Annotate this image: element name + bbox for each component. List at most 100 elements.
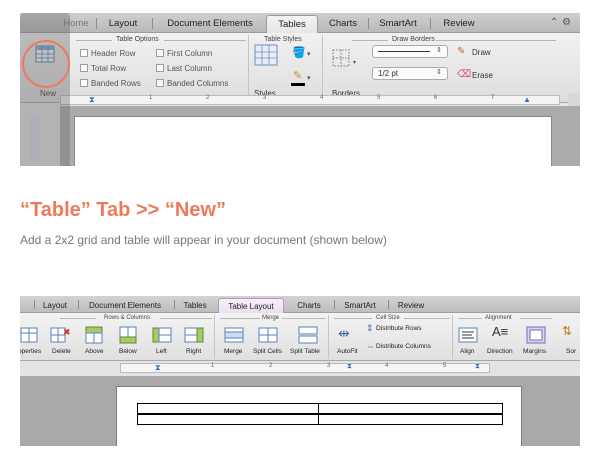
header-row-option[interactable]: Header Row <box>80 49 135 59</box>
group-line <box>520 318 552 319</box>
column-marker-icon[interactable]: ⧗ <box>347 363 352 371</box>
banded-columns-option[interactable]: Banded Columns <box>156 79 228 89</box>
tab-review[interactable]: Review <box>436 15 482 33</box>
group-table-styles-label: Table Styles <box>264 36 302 43</box>
tab-layout[interactable]: Layout <box>102 15 144 33</box>
first-column-option[interactable]: First Column <box>156 49 212 59</box>
group-line <box>60 318 96 319</box>
distribute-columns-button[interactable]: Distribute Columns <box>376 343 431 350</box>
chevron-down-icon[interactable]: ▾ <box>307 50 311 58</box>
banded-rows-checkbox[interactable] <box>80 79 88 87</box>
indent-marker-icon[interactable]: ⧗ <box>155 363 161 373</box>
tab-document-elements[interactable]: Document Elements <box>82 298 168 313</box>
distribute-rows-button[interactable]: Distribute Rows <box>376 325 422 332</box>
first-column-checkbox[interactable] <box>156 49 164 57</box>
properties-button[interactable]: operties <box>20 348 41 355</box>
insert-right-button[interactable]: Right <box>186 348 201 355</box>
new-button-circle <box>22 40 70 88</box>
draw-label[interactable]: Draw <box>472 48 491 57</box>
ruler-number: 7 <box>491 95 495 101</box>
tab-smartart[interactable]: SmartArt <box>338 298 382 313</box>
line-weight-value: 1/2 pt <box>378 69 399 78</box>
header-row-checkbox[interactable] <box>80 49 88 57</box>
split-table-button[interactable]: Split Table <box>290 348 320 355</box>
last-column-option[interactable]: Last Column <box>156 64 212 74</box>
insert-above-button[interactable]: Above <box>85 348 103 355</box>
insert-right-icon[interactable] <box>184 326 204 344</box>
tab-layout[interactable]: Layout <box>38 298 72 313</box>
chevron-down-icon[interactable]: ▾ <box>353 59 356 66</box>
select-arrows-icon: ⇕ <box>436 69 442 76</box>
insert-below-icon[interactable] <box>118 326 138 344</box>
tab-document-elements[interactable]: Document Elements <box>158 15 262 33</box>
text-direction-icon[interactable]: A≡ <box>492 324 508 339</box>
inserted-table[interactable] <box>137 403 503 425</box>
total-row-option[interactable]: Total Row <box>80 64 126 74</box>
group-divider <box>322 35 323 99</box>
ribbon-tab-bar: Layout Document Elements Tables Table La… <box>20 296 580 313</box>
table-column-divider <box>318 404 319 424</box>
cell-margins-icon[interactable] <box>526 326 546 344</box>
autofit-icon[interactable]: ⇹ <box>338 325 350 342</box>
tab-charts[interactable]: Charts <box>290 298 328 313</box>
delete-rows-icon[interactable]: ✖ <box>50 326 70 344</box>
align-icon[interactable] <box>458 326 478 344</box>
group-table-options-label: Table Options <box>116 36 159 43</box>
line-weight-select[interactable]: 1/2 pt ⇕ <box>372 67 448 80</box>
margins-button[interactable]: Margins <box>523 348 546 355</box>
erase-label[interactable]: Erase <box>472 71 493 80</box>
line-style-select[interactable]: ⇕ <box>372 45 448 58</box>
eraser-icon[interactable]: ⌫ <box>457 69 471 80</box>
insert-left-button[interactable]: Left <box>156 348 167 355</box>
align-button[interactable]: Align <box>460 348 474 355</box>
tab-separator <box>96 18 97 29</box>
group-line <box>404 318 450 319</box>
table-styles-icon[interactable] <box>254 44 278 66</box>
insert-below-button[interactable]: Below <box>119 348 137 355</box>
merge-cells-icon[interactable] <box>224 326 244 344</box>
document-page[interactable] <box>116 386 522 446</box>
merge-button[interactable]: Merge <box>224 348 242 355</box>
split-cells-button[interactable]: Split Cells <box>253 348 282 355</box>
horizontal-ruler[interactable]: ⧗ 1 2 3 4 5 6 7 ▲ <box>60 95 560 105</box>
properties-icon[interactable] <box>20 326 40 344</box>
gear-icon[interactable]: ⚙ <box>562 17 571 28</box>
last-column-checkbox[interactable] <box>156 64 164 72</box>
tab-table-layout[interactable]: Table Layout <box>218 298 284 313</box>
tab-charts[interactable]: Charts <box>323 15 363 33</box>
insert-above-icon[interactable] <box>84 326 104 344</box>
delete-button[interactable]: Delete <box>52 348 71 355</box>
chevron-down-icon[interactable]: ▾ <box>307 74 311 82</box>
autofit-button[interactable]: AutoFit <box>337 348 358 355</box>
horizontal-ruler[interactable]: ⧗ 1 2 3 ⧗ 4 5 ⧗ <box>120 363 490 373</box>
svg-text:✖: ✖ <box>63 328 70 338</box>
distribute-columns-icon[interactable]: ⇔ <box>366 341 375 351</box>
group-line <box>164 40 246 41</box>
tab-smartart[interactable]: SmartArt <box>372 15 424 33</box>
tab-tables[interactable]: Tables <box>178 298 212 313</box>
split-table-icon[interactable] <box>298 326 318 344</box>
group-line <box>76 40 112 41</box>
borders-icon[interactable] <box>332 49 350 67</box>
sort-icon[interactable]: ⇅ <box>562 324 572 338</box>
pen-color-icon[interactable]: ✎ <box>293 69 302 82</box>
document-area <box>20 376 580 446</box>
direction-button[interactable]: Direction <box>487 348 513 355</box>
sort-button[interactable]: Sor <box>566 348 576 355</box>
tab-review[interactable]: Review <box>392 298 430 313</box>
indent-marker-icon[interactable]: ⧗ <box>89 95 95 105</box>
collapse-ribbon-icon[interactable]: ⌃ <box>550 17 558 28</box>
document-page[interactable] <box>74 116 552 166</box>
tab-tables[interactable]: Tables <box>266 15 318 33</box>
split-cells-icon[interactable] <box>258 326 278 344</box>
banded-rows-option[interactable]: Banded Rows <box>80 79 141 89</box>
banded-columns-checkbox[interactable] <box>156 79 164 87</box>
distribute-rows-icon[interactable]: ⇕ <box>366 323 374 334</box>
right-indent-marker-icon[interactable]: ⧗ <box>475 363 480 371</box>
right-indent-marker-icon[interactable]: ▲ <box>523 95 531 104</box>
total-row-checkbox[interactable] <box>80 64 88 72</box>
ruler-number: 5 <box>377 95 381 101</box>
insert-left-icon[interactable] <box>152 326 172 344</box>
paint-bucket-icon[interactable]: 🪣 <box>292 46 306 59</box>
draw-table-icon[interactable]: ✎ <box>457 46 465 57</box>
